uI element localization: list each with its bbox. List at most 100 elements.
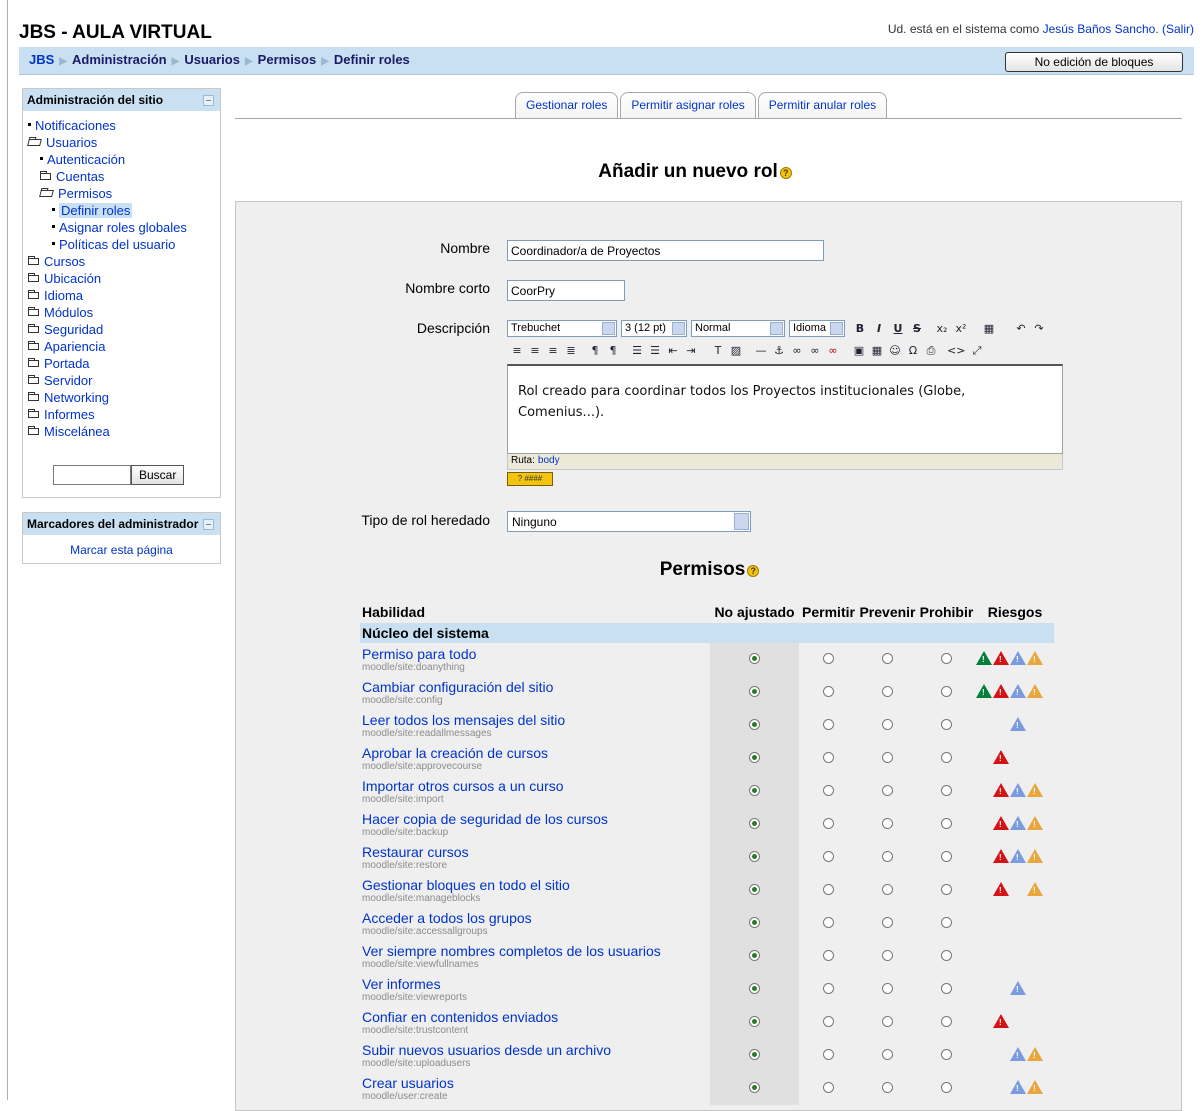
anchor-icon[interactable]: ⚓	[771, 343, 787, 359]
capability-name-link[interactable]: Restaurar cursos	[360, 844, 710, 860]
radio-allow[interactable]	[823, 785, 834, 796]
risk-red-icon[interactable]: !	[993, 750, 1009, 764]
radio-allow[interactable]	[823, 686, 834, 697]
radio-not-set[interactable]	[749, 983, 760, 994]
justify-icon[interactable]: ≣	[563, 343, 579, 359]
redo-icon[interactable]: ↷	[1031, 321, 1047, 337]
risk-blue-icon[interactable]: !	[1010, 783, 1026, 797]
subscript-icon[interactable]: x₂	[934, 321, 950, 337]
risk-red-icon[interactable]: !	[993, 651, 1009, 665]
folder-icon[interactable]	[28, 324, 39, 333]
background-color-icon[interactable]: ▨	[728, 343, 744, 359]
keyboard-help-icon[interactable]: ? ####	[507, 472, 553, 486]
language-select[interactable]: Idioma	[789, 320, 845, 337]
risk-blue-icon[interactable]: !	[1010, 717, 1026, 731]
bold-icon[interactable]: B	[852, 321, 868, 337]
style-select[interactable]: Normal	[691, 320, 785, 337]
edit-blocks-button[interactable]: No edición de bloques	[1005, 52, 1183, 72]
nolink-icon[interactable]: ∞	[825, 343, 841, 359]
folder-icon[interactable]	[28, 392, 39, 401]
risk-orange-icon[interactable]: !	[1027, 1080, 1043, 1094]
ltr-icon[interactable]: ¶	[587, 343, 603, 359]
radio-not-set[interactable]	[749, 785, 760, 796]
radio-allow[interactable]	[823, 983, 834, 994]
risk-green-icon[interactable]: !	[976, 651, 992, 665]
collapse-block-icon[interactable]	[203, 519, 214, 530]
name-field[interactable]: Coordinador/a de Proyectos	[507, 240, 824, 261]
radio-not-set[interactable]	[749, 1049, 760, 1060]
radio-prohibit[interactable]	[941, 818, 952, 829]
radio-not-set[interactable]	[749, 884, 760, 895]
folder-icon[interactable]	[28, 426, 39, 435]
admin-tree-link[interactable]: Portada	[44, 356, 90, 371]
radio-allow[interactable]	[823, 950, 834, 961]
radio-prevent[interactable]	[882, 983, 893, 994]
risk-blue-icon[interactable]: !	[1010, 651, 1026, 665]
risk-blue-icon[interactable]: !	[1010, 684, 1026, 698]
search-replace-icon[interactable]: ⎙	[923, 343, 939, 359]
html-source-icon[interactable]: <>	[947, 343, 965, 359]
image-icon[interactable]: ▣	[851, 343, 867, 359]
folder-icon[interactable]	[28, 358, 39, 367]
risk-blue-icon[interactable]: !	[1010, 1047, 1026, 1061]
indent-icon[interactable]: ⇥	[683, 343, 699, 359]
radio-prevent[interactable]	[882, 653, 893, 664]
risk-orange-icon[interactable]: !	[1027, 684, 1043, 698]
radio-allow[interactable]	[823, 851, 834, 862]
folder-icon[interactable]	[28, 409, 39, 418]
capability-name-link[interactable]: Ver informes	[360, 976, 710, 992]
admin-tree-link[interactable]: Usuarios	[46, 135, 97, 150]
risk-orange-icon[interactable]: !	[1027, 816, 1043, 830]
risk-blue-icon[interactable]: !	[1010, 1080, 1026, 1094]
radio-not-set[interactable]	[749, 950, 760, 961]
rtl-icon[interactable]: ¶	[605, 343, 621, 359]
radio-prevent[interactable]	[882, 1082, 893, 1093]
table-icon[interactable]: ▦	[869, 343, 885, 359]
radio-not-set[interactable]	[749, 719, 760, 730]
font-select[interactable]: Trebuchet	[507, 320, 617, 337]
radio-allow[interactable]	[823, 1016, 834, 1027]
radio-allow[interactable]	[823, 1049, 834, 1060]
breadcrumb-administracion[interactable]: Administración	[72, 52, 167, 67]
radio-allow[interactable]	[823, 1082, 834, 1093]
fullscreen-icon[interactable]: ⤢	[969, 343, 985, 359]
radio-prohibit[interactable]	[941, 983, 952, 994]
special-char-icon[interactable]: Ω	[905, 343, 921, 359]
radio-allow[interactable]	[823, 818, 834, 829]
risk-blue-icon[interactable]: !	[1010, 816, 1026, 830]
italic-icon[interactable]: I	[871, 321, 887, 337]
radio-allow[interactable]	[823, 719, 834, 730]
radio-not-set[interactable]	[749, 851, 760, 862]
horizontal-rule-icon[interactable]: —	[753, 343, 769, 359]
radio-prevent[interactable]	[882, 917, 893, 928]
admin-tree-link[interactable]: Políticas del usuario	[59, 237, 175, 252]
admin-tree-link[interactable]: Cursos	[44, 254, 85, 269]
admin-tree-link[interactable]: Seguridad	[44, 322, 103, 337]
admin-tree-link[interactable]: Informes	[44, 407, 95, 422]
radio-prohibit[interactable]	[941, 719, 952, 730]
user-profile-link[interactable]: Jesús Baños Sancho	[1043, 22, 1156, 36]
capability-name-link[interactable]: Hacer copia de seguridad de los cursos	[360, 811, 710, 827]
radio-not-set[interactable]	[749, 1082, 760, 1093]
inherit-role-select[interactable]: Ninguno	[507, 511, 751, 532]
ordered-list-icon[interactable]: ☰	[629, 343, 645, 359]
radio-prohibit[interactable]	[941, 785, 952, 796]
radio-allow[interactable]	[823, 653, 834, 664]
breadcrumb-home[interactable]: JBS	[29, 52, 54, 67]
superscript-icon[interactable]: x²	[953, 321, 969, 337]
radio-prevent[interactable]	[882, 884, 893, 895]
radio-prevent[interactable]	[882, 752, 893, 763]
admin-tree-link[interactable]: Networking	[44, 390, 109, 405]
radio-not-set[interactable]	[749, 917, 760, 928]
radio-not-set[interactable]	[749, 686, 760, 697]
admin-tree-link[interactable]: Asignar roles globales	[59, 220, 187, 235]
radio-prohibit[interactable]	[941, 884, 952, 895]
align-center-icon[interactable]: ≡	[527, 343, 543, 359]
shortname-field[interactable]: CoorPry	[507, 280, 625, 301]
bookmark-page-link[interactable]: Marcar esta página	[70, 543, 173, 557]
admin-tree-link[interactable]: Idioma	[44, 288, 83, 303]
risk-blue-icon[interactable]: !	[1010, 849, 1026, 863]
radio-prevent[interactable]	[882, 719, 893, 730]
admin-tree-link[interactable]: Miscelánea	[44, 424, 110, 439]
risk-orange-icon[interactable]: !	[1027, 651, 1043, 665]
